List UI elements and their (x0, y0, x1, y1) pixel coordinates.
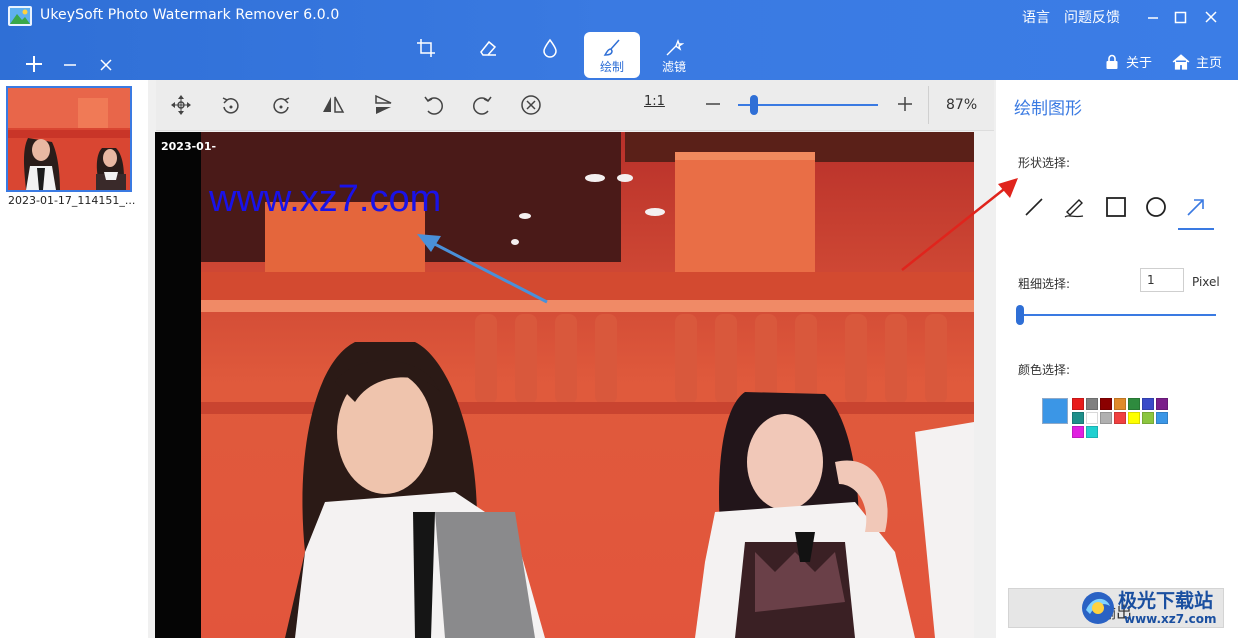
filter-tab-label: 滤镜 (661, 60, 686, 74)
color-swatch[interactable] (1086, 426, 1098, 438)
color-swatch[interactable] (1072, 398, 1084, 410)
tool-tabs: 绘制 滤镜 (398, 32, 708, 78)
language-link[interactable]: 语言 (1022, 7, 1050, 27)
flip-horizontal-icon[interactable] (320, 92, 346, 118)
color-swatch[interactable] (1100, 412, 1112, 424)
color-palette (1072, 398, 1168, 438)
photo-canvas[interactable]: 2023-01- www.xz7.com (155, 132, 974, 638)
wand-icon (666, 38, 684, 56)
zoom-out-icon[interactable] (704, 94, 722, 114)
file-ops (24, 54, 116, 74)
color-swatch[interactable] (1142, 412, 1154, 424)
brush-icon (603, 39, 620, 56)
color-swatch[interactable] (1156, 412, 1168, 424)
crop-tool-tab[interactable] (398, 32, 454, 78)
zoom-slider-thumb[interactable] (750, 95, 758, 115)
color-swatch[interactable] (1072, 412, 1084, 424)
drop-tool-tab[interactable] (522, 32, 578, 78)
color-swatch[interactable] (1128, 412, 1140, 424)
zoom-level: 87% (946, 97, 978, 113)
rotate-left-icon[interactable] (218, 92, 244, 118)
thickness-slider-track[interactable] (1020, 314, 1216, 316)
lock-icon (1106, 54, 1118, 69)
arrow-icon[interactable] (1178, 184, 1214, 230)
site-logo-name: 极光下载站 (1118, 590, 1214, 612)
draw-panel: 绘制图形 形状选择: 粗细选择: 1 Pixel 颜色选择: 输出 (996, 80, 1238, 638)
canvas-toolbar: 1:1 87% (156, 80, 994, 131)
app-logo-icon (8, 6, 32, 26)
color-label: 颜色选择: (1018, 363, 1071, 377)
color-swatch[interactable] (1128, 398, 1140, 410)
minimize-button[interactable] (1142, 6, 1164, 28)
zoom-slider-track[interactable] (738, 104, 878, 106)
file-list: 2023-01-17_114151_... (0, 80, 149, 638)
move-icon[interactable] (168, 92, 194, 118)
rotate-right-icon[interactable] (268, 92, 294, 118)
thickness-label: 粗细选择: (1018, 277, 1071, 291)
color-swatch[interactable] (1100, 398, 1112, 410)
about-link[interactable]: 关于 (1104, 52, 1152, 71)
redo-icon[interactable] (470, 92, 496, 118)
circle-icon[interactable] (1138, 184, 1174, 228)
remove-icon[interactable] (60, 54, 80, 74)
current-color-swatch[interactable] (1042, 398, 1068, 424)
close-button[interactable] (1200, 6, 1222, 28)
account-links: 关于 主页 (1104, 52, 1222, 71)
thickness-input[interactable]: 1 (1140, 268, 1184, 292)
shape-label: 形状选择: (1018, 156, 1071, 170)
eraser-icon (480, 40, 497, 56)
date-stamp: 2023-01- (161, 140, 217, 153)
file-caption: 2023-01-17_114151_... (8, 194, 136, 207)
color-swatch[interactable] (1156, 398, 1168, 410)
workspace: 1:1 87% 2023-01- www.xz7.com (148, 80, 996, 638)
pen-icon[interactable] (1056, 184, 1092, 228)
undo-icon[interactable] (420, 92, 446, 118)
color-swatch[interactable] (1142, 398, 1154, 410)
actual-size-button[interactable]: 1:1 (644, 94, 665, 109)
top-links: 语言 问题反馈 (1022, 7, 1120, 27)
filter-tool-tab[interactable]: 滤镜 (646, 32, 702, 78)
home-icon (1172, 53, 1190, 70)
site-logo-icon (1082, 592, 1114, 624)
site-logo: 极光下载站 www.xz7.com (1080, 586, 1236, 636)
clear-icon[interactable] (96, 54, 116, 74)
flip-vertical-icon[interactable] (370, 92, 396, 118)
rectangle-icon[interactable] (1098, 184, 1134, 228)
zoom-in-icon[interactable] (896, 94, 914, 114)
drop-icon (543, 38, 557, 58)
color-swatch[interactable] (1086, 412, 1098, 424)
watermark-text: www.xz7.com (209, 178, 442, 220)
draw-tool-tab[interactable]: 绘制 (584, 32, 640, 78)
crop-icon (417, 39, 435, 57)
reset-icon[interactable] (518, 92, 544, 118)
app-title: UkeySoft Photo Watermark Remover 6.0.0 (40, 7, 340, 23)
panel-title: 绘制图形 (1014, 99, 1082, 119)
site-logo-url: www.xz7.com (1124, 612, 1217, 626)
thickness-slider-thumb[interactable] (1016, 305, 1024, 325)
home-link[interactable]: 主页 (1172, 52, 1222, 71)
draw-tab-label: 绘制 (599, 60, 624, 74)
color-swatch[interactable] (1072, 426, 1084, 438)
maximize-button[interactable] (1170, 6, 1192, 28)
file-thumbnail[interactable] (6, 86, 132, 192)
color-swatch[interactable] (1086, 398, 1098, 410)
color-swatch[interactable] (1114, 398, 1126, 410)
about-label: 关于 (1125, 56, 1152, 71)
thickness-unit: Pixel (1192, 275, 1220, 289)
zoom-divider (928, 86, 929, 124)
add-icon[interactable] (24, 54, 44, 74)
eraser-tool-tab[interactable] (460, 32, 516, 78)
title-toolbar: UkeySoft Photo Watermark Remover 6.0.0 语… (0, 0, 1238, 80)
color-swatch[interactable] (1114, 412, 1126, 424)
feedback-link[interactable]: 问题反馈 (1064, 7, 1120, 27)
line-icon[interactable] (1016, 184, 1052, 228)
home-label: 主页 (1195, 56, 1222, 71)
